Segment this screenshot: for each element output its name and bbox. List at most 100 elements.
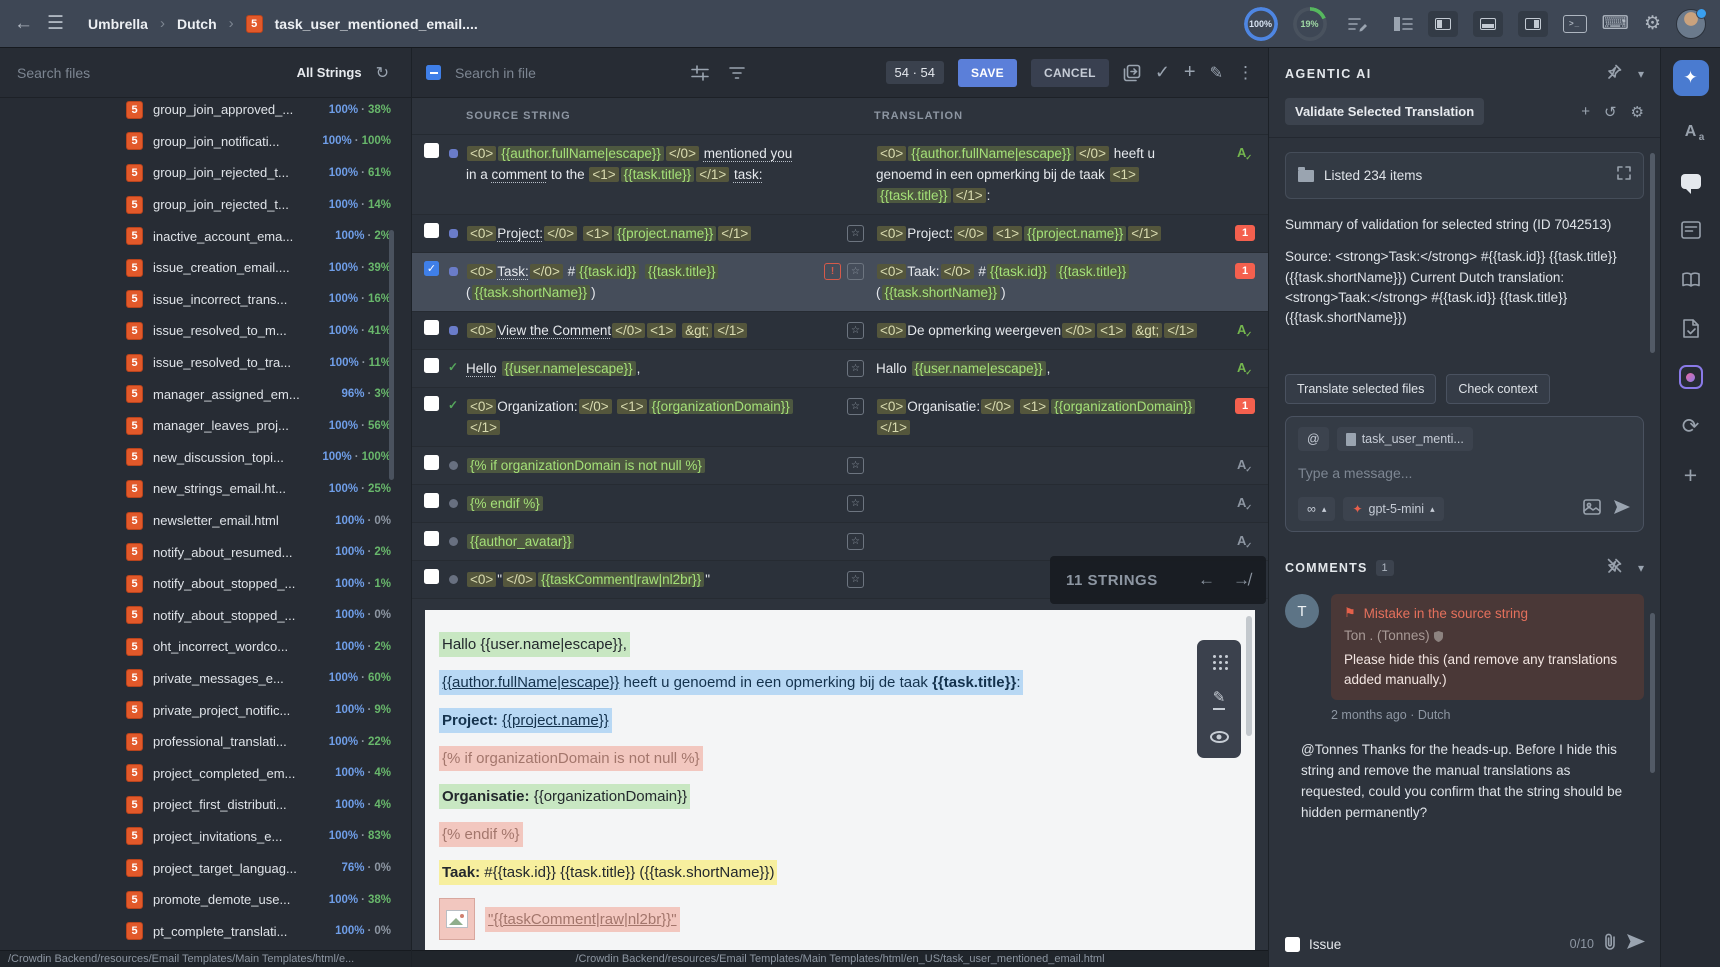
advanced-filter-icon[interactable] bbox=[691, 65, 709, 81]
insert-image-icon[interactable] bbox=[1583, 499, 1601, 520]
string-row[interactable]: <0>View the Comment</0><1> &gt;</1>☆<0>D… bbox=[412, 312, 1268, 350]
back-icon[interactable]: ← bbox=[14, 14, 33, 33]
bottom-panel-layout-icon[interactable] bbox=[1473, 11, 1503, 37]
tm-suggestion-icon[interactable]: ☆ bbox=[847, 398, 864, 415]
file-item[interactable]: 5group_join_rejected_t...100%·14% bbox=[0, 189, 411, 221]
file-item[interactable]: 5issue_creation_email....100%·39% bbox=[0, 252, 411, 284]
tm-suggestion-icon[interactable]: ☆ bbox=[847, 322, 864, 339]
string-row[interactable]: ✓Hello {{user.name|escape}},☆Hallo {{use… bbox=[412, 350, 1268, 388]
history-icon[interactable]: ↺ bbox=[1604, 103, 1617, 121]
file-item[interactable]: 5new_strings_email.ht...100%·25% bbox=[0, 473, 411, 505]
breadcrumb-file[interactable]: task_user_mentioned_email.... bbox=[275, 16, 478, 32]
comment-author[interactable]: Ton . bbox=[1344, 628, 1373, 643]
listed-items-card[interactable]: Listed 234 items bbox=[1285, 152, 1644, 199]
comments-icon[interactable] bbox=[1678, 168, 1704, 194]
file-item[interactable]: 5project_invitations_e...100%·83% bbox=[0, 821, 411, 853]
file-item[interactable]: 5manager_assigned_em...96%·3% bbox=[0, 378, 411, 410]
row-checkbox[interactable] bbox=[424, 143, 439, 158]
strings-filter-dropdown[interactable]: All Strings bbox=[297, 65, 362, 80]
search-in-file-input[interactable] bbox=[455, 65, 635, 81]
string-row[interactable]: <0>{{author.fullName|escape}}</0> mentio… bbox=[412, 135, 1268, 215]
row-checkbox[interactable] bbox=[424, 223, 439, 238]
filter-icon[interactable] bbox=[729, 66, 745, 80]
select-all-checkbox[interactable] bbox=[426, 65, 441, 80]
file-item[interactable]: 5private_project_notific...100%·9% bbox=[0, 694, 411, 726]
file-item[interactable]: 5project_completed_em...100%·4% bbox=[0, 757, 411, 789]
file-item[interactable]: 5notify_about_stopped_...100%·1% bbox=[0, 568, 411, 600]
mention-chip[interactable]: @ bbox=[1298, 427, 1329, 451]
ai-message-input[interactable] bbox=[1298, 465, 1631, 481]
file-item[interactable]: 5project_target_languag...76%·0% bbox=[0, 852, 411, 884]
ai-prompt-icon[interactable] bbox=[1678, 364, 1704, 390]
translate-selected-files-button[interactable]: Translate selected files bbox=[1285, 374, 1436, 404]
pin-icon[interactable] bbox=[1607, 64, 1622, 84]
breadcrumb-project[interactable]: Umbrella bbox=[88, 16, 148, 32]
send-comment-icon[interactable] bbox=[1626, 933, 1646, 955]
file-tasks-icon[interactable] bbox=[1678, 315, 1704, 341]
expand-icon[interactable] bbox=[1617, 166, 1631, 185]
file-item[interactable]: 5issue_resolved_to_m...100%·41% bbox=[0, 315, 411, 347]
attached-file-chip[interactable]: task_user_menti... bbox=[1337, 427, 1473, 451]
tm-suggestion-icon[interactable]: ☆ bbox=[847, 495, 864, 512]
string-row[interactable]: ✓<0>Task:</0> #{{task.id}} {{task.title}… bbox=[412, 253, 1268, 312]
user-avatar[interactable] bbox=[1676, 9, 1706, 39]
file-item[interactable]: 5project_first_distributi...100%·4% bbox=[0, 789, 411, 821]
row-checkbox[interactable] bbox=[424, 569, 439, 584]
tm-suggestion-icon[interactable]: ☆ bbox=[847, 263, 864, 280]
row-checkbox[interactable]: ✓ bbox=[424, 261, 439, 276]
row-checkbox[interactable] bbox=[424, 531, 439, 546]
settings-gear-icon[interactable]: ⚙ bbox=[1644, 14, 1661, 33]
check-context-button[interactable]: Check context bbox=[1446, 374, 1549, 404]
add-tool-icon[interactable]: + bbox=[1678, 462, 1704, 488]
more-menu-icon[interactable]: ⋮ bbox=[1237, 63, 1254, 83]
tm-suggestion-icon[interactable]: ☆ bbox=[847, 571, 864, 588]
machine-translation-icon[interactable]: Aa bbox=[1678, 119, 1704, 145]
search-files-input[interactable] bbox=[17, 65, 187, 81]
file-item[interactable]: 5group_join_notificati...100%·100% bbox=[0, 126, 411, 158]
approve-check-icon[interactable]: ✓ bbox=[1155, 62, 1170, 83]
sync-history-icon[interactable]: ⟳ bbox=[1678, 413, 1704, 439]
previous-string-icon[interactable]: ← bbox=[1198, 570, 1215, 590]
string-row[interactable]: ✓<0>Organization:</0> <1>{{organizationD… bbox=[412, 388, 1268, 447]
send-message-icon[interactable] bbox=[1613, 499, 1631, 520]
row-checkbox[interactable] bbox=[424, 455, 439, 470]
attach-file-icon[interactable] bbox=[1603, 933, 1617, 955]
approved-progress-ring[interactable]: 19% bbox=[1293, 7, 1327, 41]
cancel-button[interactable]: CANCEL bbox=[1031, 59, 1109, 87]
copy-source-icon[interactable] bbox=[1123, 64, 1141, 82]
add-prompt-icon[interactable]: + bbox=[1581, 103, 1590, 121]
string-row[interactable]: {% if organizationDomain is not null %}☆… bbox=[412, 447, 1268, 485]
qa-issues-badge[interactable]: 1 bbox=[1235, 225, 1255, 241]
comments-scrollbar[interactable] bbox=[1650, 613, 1655, 773]
save-button[interactable]: SAVE bbox=[958, 59, 1017, 87]
collapse-chevron-icon[interactable]: ▾ bbox=[1638, 67, 1644, 81]
add-string-icon[interactable]: + bbox=[1184, 61, 1196, 84]
tab-validate-translation[interactable]: Validate Selected Translation bbox=[1285, 98, 1484, 125]
source-issue-icon[interactable]: ! bbox=[824, 263, 841, 280]
drag-handle-icon[interactable] bbox=[1203, 646, 1235, 676]
panel-scrollbar[interactable] bbox=[1650, 153, 1655, 353]
issue-checkbox[interactable] bbox=[1285, 937, 1300, 952]
agentic-ai-icon[interactable]: ✦ bbox=[1673, 60, 1709, 96]
tm-suggestion-icon[interactable]: ☆ bbox=[847, 360, 864, 377]
file-item[interactable]: 5inactive_account_ema...100%·2% bbox=[0, 220, 411, 252]
menu-icon[interactable]: ☰ bbox=[47, 14, 64, 33]
unpin-icon[interactable] bbox=[1607, 558, 1622, 578]
file-item[interactable]: 5professional_translati...100%·22% bbox=[0, 726, 411, 758]
model-dropdown[interactable]: ✦ gpt-5-mini ▴ bbox=[1343, 497, 1443, 521]
next-untranslated-icon[interactable]: ↛ bbox=[1233, 570, 1250, 590]
row-checkbox[interactable] bbox=[424, 493, 439, 508]
file-item[interactable]: 5notify_about_stopped_...100%·0% bbox=[0, 600, 411, 632]
qa-issues-badge[interactable]: 1 bbox=[1235, 398, 1255, 414]
edit-pencil-icon[interactable]: ✎ bbox=[1210, 63, 1223, 83]
breadcrumb-language[interactable]: Dutch bbox=[177, 16, 217, 32]
string-row[interactable]: <0>Project:</0> <1>{{project.name}}</1>☆… bbox=[412, 215, 1268, 253]
preview-visibility-icon[interactable] bbox=[1203, 722, 1235, 752]
file-item[interactable]: 5issue_resolved_to_tra...100%·11% bbox=[0, 347, 411, 379]
tm-suggestion-icon[interactable]: ☆ bbox=[847, 225, 864, 242]
qa-issues-badge[interactable]: 1 bbox=[1235, 263, 1255, 279]
file-item[interactable]: 5manager_leaves_proj...100%·56% bbox=[0, 410, 411, 442]
comment-card[interactable]: ⚑ Mistake in the source string Ton . (To… bbox=[1331, 594, 1644, 700]
right-panel-layout-icon[interactable] bbox=[1518, 11, 1548, 37]
row-checkbox[interactable] bbox=[424, 358, 439, 373]
